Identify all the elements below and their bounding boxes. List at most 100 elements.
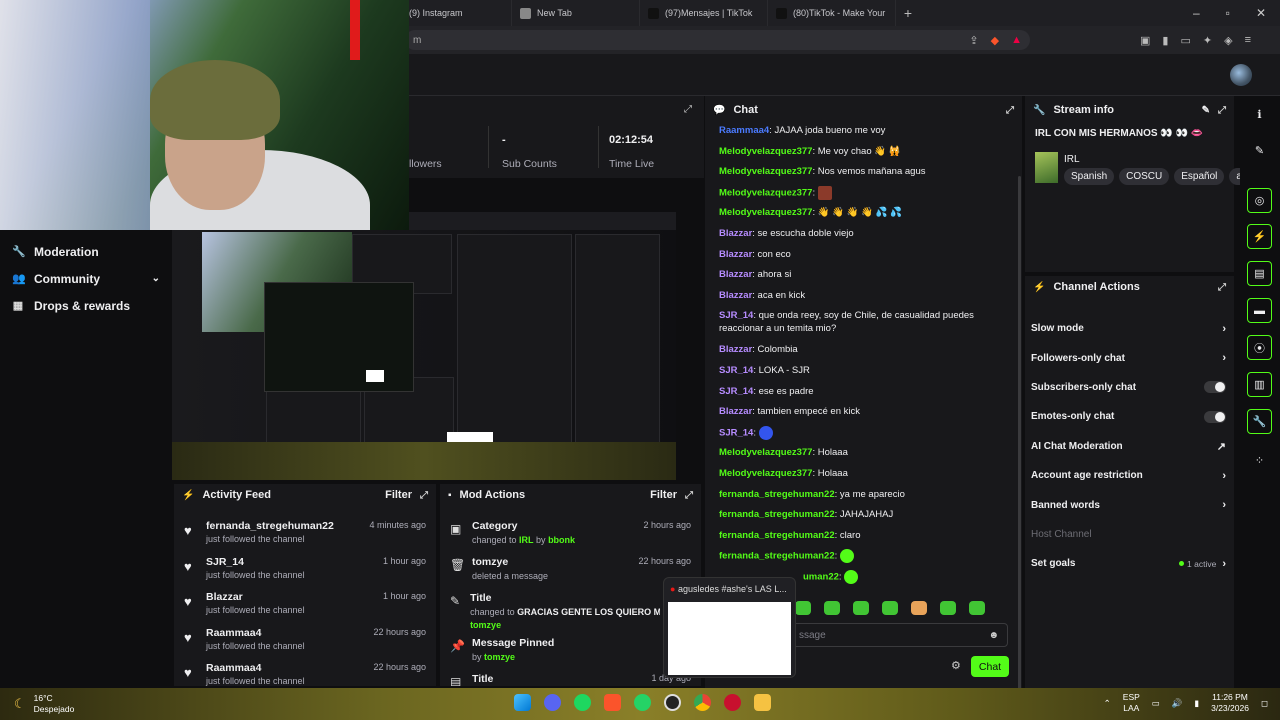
chat-username[interactable]: fernanda_stregehuman22 (719, 509, 835, 520)
emote-icon[interactable] (853, 601, 869, 615)
wallet-icon[interactable]: ▭ (1180, 34, 1190, 47)
emote-icon[interactable] (969, 601, 985, 615)
emote-icon[interactable] (795, 601, 811, 615)
new-tab-button[interactable]: + (896, 5, 920, 21)
chevron-up-icon[interactable]: ⌃ (1104, 698, 1111, 709)
emote-icon[interactable] (824, 601, 840, 615)
chat-username[interactable]: SJR_14 (719, 386, 753, 397)
popup-thumbnail[interactable] (668, 602, 791, 675)
pencil-icon[interactable]: ✎ (1247, 138, 1272, 163)
info-icon[interactable]: ℹ (1247, 102, 1272, 127)
chat-message[interactable]: Melodyvelazquez377: (719, 185, 1005, 207)
network-icon[interactable]: ▭ (1152, 698, 1160, 709)
mod-action-item[interactable]: ✎ Title changed to GRACIAS GENTE LOS QUIER… (440, 586, 701, 631)
chat-username[interactable]: Melodyvelazquez377 (719, 447, 812, 458)
chat-username[interactable]: fernanda_stregehuman22 (719, 489, 835, 500)
layout-icon[interactable]: ▥ (1247, 372, 1272, 397)
app-icon[interactable] (724, 694, 741, 711)
stream-preview[interactable] (172, 212, 676, 480)
maximize-icon[interactable]: ▫ (1226, 6, 1230, 20)
chat-message[interactable]: Blazzar: ahora si (719, 268, 1005, 289)
chat-scrollbar[interactable] (1018, 176, 1021, 688)
sidebar-item-moderation[interactable]: 🔧 Moderation (0, 238, 172, 265)
chat-message[interactable]: Raammaa4: JAJAA joda bueno me voy (719, 124, 1005, 145)
chat-username[interactable]: Blazzar (719, 406, 752, 417)
moderator-name[interactable]: tomzye (470, 620, 501, 630)
whatsapp-icon[interactable] (634, 694, 651, 711)
mod-action-user[interactable]: tomzye (470, 620, 660, 630)
send-chat-button[interactable]: Chat (971, 656, 1009, 677)
chat-username[interactable]: Blazzar (719, 344, 752, 355)
wrench-icon[interactable]: 🔧 (1247, 409, 1272, 434)
browser-tab[interactable]: (80)TikTok - Make Your (768, 0, 896, 26)
feed-item[interactable]: ♥ fernanda_stregehuman22 just followed the… (174, 516, 436, 552)
focus-icon[interactable]: ◎ (1247, 188, 1272, 213)
pencil-icon[interactable]: ✎ (1202, 105, 1210, 116)
sidebar-item-drops[interactable]: ▦ Drops & rewards (0, 292, 172, 319)
feed-item[interactable]: ♥ SJR_14 just followed the channel 1 hour a… (174, 552, 436, 588)
share-icon[interactable]: ⇪ (969, 34, 978, 47)
document-icon[interactable]: ▤ (1247, 261, 1272, 286)
chat-message[interactable]: SJR_14: ese es padre (719, 385, 1005, 406)
discord-icon[interactable] (544, 694, 561, 711)
language-indicator[interactable]: ESP LAA (1123, 692, 1140, 714)
minimize-icon[interactable]: – (1193, 6, 1200, 20)
chat-message[interactable]: Blazzar: aca en kick (719, 289, 1005, 310)
channel-action-subscribers-only-chat[interactable]: Subscribers-only chat (1025, 373, 1234, 402)
chat-username[interactable]: Raammaa4 (719, 125, 769, 136)
mod-action-item[interactable]: 🗑 tomzye deleted a message 22 hours ago (440, 550, 701, 586)
clock[interactable]: 11:26 PM 3/23/2026 (1211, 692, 1249, 714)
channel-action-emotes-only-chat[interactable]: Emotes-only chat (1025, 402, 1234, 431)
gear-icon[interactable]: ⚙ (951, 659, 961, 672)
reader-icon[interactable]: ▣ (1140, 34, 1150, 47)
moderator-name[interactable]: bbonk (548, 535, 575, 545)
chat-username[interactable]: SJR_14 (719, 427, 753, 438)
tag-chip[interactable]: COSCU (1119, 168, 1170, 185)
chat-message[interactable]: Melodyvelazquez377: Holaaa (719, 446, 1005, 467)
chat-message[interactable]: SJR_14: LOKA - SJR (719, 364, 1005, 385)
feed-item[interactable]: ♥ Blazzar just followed the channel 1 hour … (174, 587, 436, 623)
chat-message[interactable]: fernanda_stregehuman22: (719, 549, 1005, 570)
channel-action-ai-chat-moderation[interactable]: AI Chat Moderation ↗ (1025, 432, 1234, 461)
feed-item[interactable]: ♥ Raammaa4 just followed the channel 22 hou… (174, 658, 436, 686)
chat-username[interactable]: SJR_14 (719, 365, 753, 376)
chat-message[interactable]: Blazzar: con eco (719, 248, 1005, 269)
chat-username[interactable]: SJR_14 (719, 310, 753, 321)
chat-message[interactable]: fernanda_stregehuman22: ya me aparecio (719, 488, 1005, 509)
weather-widget[interactable]: ☾ 16°C Despejado (0, 693, 74, 715)
vpn-icon[interactable]: ◈ (1224, 34, 1232, 47)
close-icon[interactable]: ✕ (1256, 6, 1266, 20)
channel-action-banned-words[interactable]: Banned words › (1025, 490, 1234, 519)
expand-icon[interactable]: ⤢ (685, 490, 693, 501)
bolt-icon[interactable]: ⚡ (1247, 224, 1272, 249)
chat-message[interactable]: Blazzar: Colombia (719, 343, 1005, 364)
chat-username[interactable]: Blazzar (719, 228, 752, 239)
mod-action-item[interactable]: ▣ Category changed to IRL by bbonk 2 hours … (440, 514, 701, 550)
chat-username[interactable]: Blazzar (719, 269, 752, 280)
mod-action-item[interactable]: 📌Message Pinnedby tomzye23 ho (440, 631, 701, 667)
chat-message[interactable]: Melodyvelazquez377: Me voy chao 👋 🙀 (719, 145, 1005, 166)
chat-username[interactable]: Melodyvelazquez377 (719, 207, 812, 218)
channel-action-slow-mode[interactable]: Slow mode › (1025, 314, 1234, 343)
chat-username[interactable]: Melodyvelazquez377 (719, 146, 812, 157)
spotify-icon[interactable] (574, 694, 591, 711)
browser-tab[interactable]: New Tab (512, 0, 640, 26)
emoji-icon[interactable]: ☻ (988, 630, 999, 641)
expand-icon[interactable]: ⤢ (1218, 105, 1226, 116)
channel-action-host-channel[interactable]: Host Channel (1025, 520, 1234, 549)
chat-icon[interactable]: ▬ (1247, 298, 1272, 323)
expand-icon[interactable]: ⤢ (1218, 282, 1226, 293)
filter-button[interactable]: Filter (650, 489, 677, 501)
chat-message[interactable]: fernanda_stregehuman22: JAHAJAHAJ (719, 508, 1005, 529)
browser-tab[interactable]: (97)Mensajes | TikTok (640, 0, 768, 26)
dots-icon[interactable]: ⁘ (1247, 448, 1272, 473)
expand-icon[interactable]: ⤢ (684, 104, 692, 115)
broadcast-icon[interactable]: ⦿ (1247, 335, 1272, 360)
filter-button[interactable]: Filter (385, 489, 412, 501)
sidebar-item-community[interactable]: 👥 Community ⌄ (0, 265, 172, 292)
chat-username[interactable]: Blazzar (719, 290, 752, 301)
chat-message[interactable]: SJR_14: que onda reey, soy de Chile, de … (719, 309, 1005, 343)
windows-start-icon[interactable] (514, 694, 531, 711)
notification-icon[interactable]: ◻ (1261, 698, 1268, 709)
chat-username[interactable]: fernanda_stregehuman22 (719, 551, 835, 562)
